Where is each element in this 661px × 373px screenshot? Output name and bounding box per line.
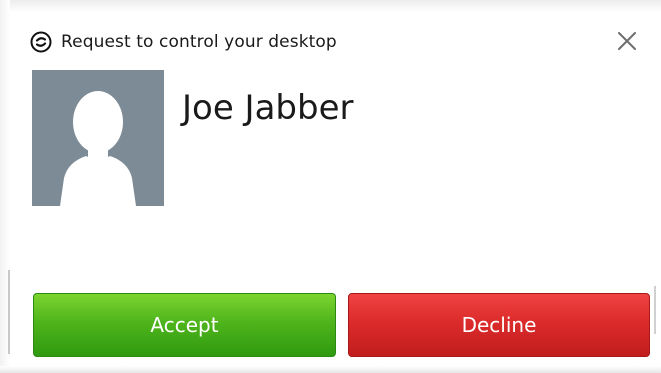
dialog-title: Request to control your desktop <box>61 32 337 52</box>
jabber-logo-icon <box>30 31 52 53</box>
close-icon[interactable] <box>611 26 643 56</box>
title-bar: Request to control your desktop <box>30 26 337 58</box>
dialog-top-edge <box>0 0 661 12</box>
desktop-control-request-dialog: Request to control your desktop Joe Jabb… <box>0 0 661 373</box>
decline-button[interactable]: Decline <box>348 293 650 357</box>
dialog-right-border <box>654 286 656 334</box>
dialog-bottom-edge <box>0 366 661 373</box>
accept-button[interactable]: Accept <box>33 293 336 357</box>
dialog-left-border <box>8 270 10 354</box>
default-user-avatar-icon <box>32 70 164 206</box>
contact-name: Joe Jabber <box>182 88 354 128</box>
avatar <box>32 70 164 206</box>
